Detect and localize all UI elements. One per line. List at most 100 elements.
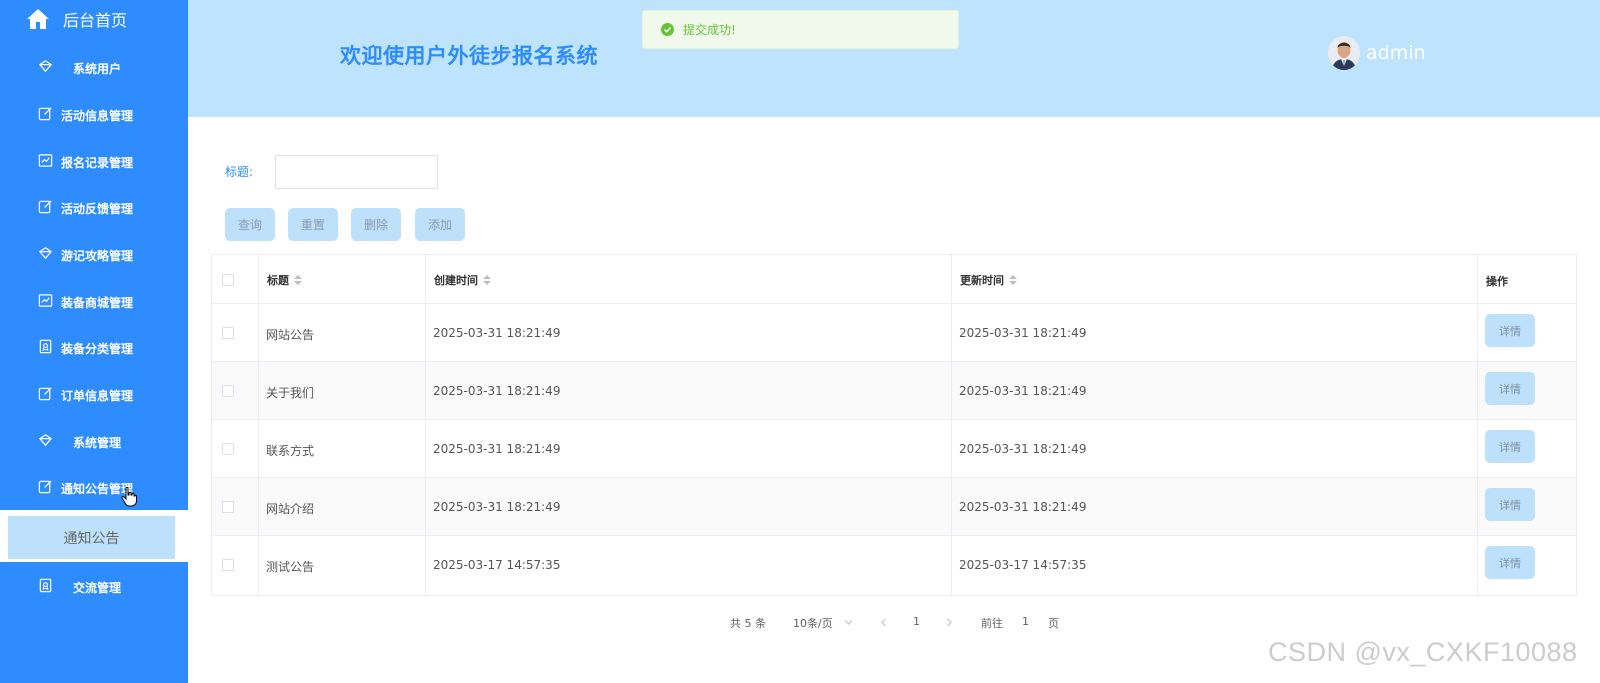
sidebar-item-label: 报名记录管理 — [61, 156, 134, 170]
hand-cursor-icon — [121, 487, 137, 507]
page-title: 欢迎使用户外徒步报名系统 — [340, 44, 598, 68]
sidebar-item-system-users[interactable]: 系统用户 — [0, 49, 188, 85]
badge-icon — [39, 578, 52, 593]
column-divider — [425, 255, 426, 595]
row-title: 网站公告 — [266, 328, 315, 342]
table-row: 关于我们 2025-03-31 18:21:49 2025-03-31 18:2… — [212, 362, 1576, 420]
detail-button[interactable]: 详情 — [1485, 488, 1535, 521]
title-search-input[interactable] — [275, 155, 438, 189]
edit-icon — [38, 480, 52, 494]
prev-page-icon[interactable] — [880, 618, 888, 627]
sidebar-item-label: 游记攻略管理 — [61, 249, 134, 263]
row-checkbox[interactable] — [222, 385, 234, 397]
chart-icon — [38, 294, 53, 307]
sidebar-item-communication[interactable]: 交流管理 — [0, 568, 188, 604]
sidebar-item-label: 装备商城管理 — [61, 296, 134, 310]
row-created: 2025-03-31 18:21:49 — [433, 384, 561, 398]
row-checkbox[interactable] — [222, 327, 234, 339]
sidebar-subitem-notice[interactable]: 通知公告 — [8, 516, 175, 559]
sort-icon[interactable] — [294, 275, 302, 285]
header-title[interactable]: 标题 — [267, 272, 302, 288]
header-updated[interactable]: 更新时间 — [960, 272, 1017, 288]
page-number-current[interactable]: 1 — [913, 615, 920, 628]
watermark: CSDN @vx_CXKF10088 — [1268, 637, 1578, 667]
diamond-icon — [38, 434, 53, 447]
sidebar-item-label: 订单信息管理 — [61, 389, 134, 403]
success-check-icon — [661, 23, 674, 36]
column-divider — [1477, 255, 1478, 595]
table-header-row: 标题 创建时间 更新时间 操作 — [212, 255, 1576, 304]
row-title: 关于我们 — [266, 386, 315, 400]
row-checkbox[interactable] — [222, 501, 234, 513]
sidebar-item-label: 系统管理 — [73, 436, 122, 450]
column-divider — [951, 255, 952, 595]
sidebar-item-system-management[interactable]: 系统管理 — [0, 423, 188, 459]
reset-button[interactable]: 重置 — [288, 208, 338, 241]
add-button[interactable]: 添加 — [415, 208, 465, 241]
row-updated: 2025-03-31 18:21:49 — [959, 384, 1087, 398]
row-created: 2025-03-17 14:57:35 — [433, 558, 561, 572]
row-title: 网站介绍 — [266, 502, 315, 516]
sidebar-item-label: 活动反馈管理 — [61, 202, 134, 216]
diamond-icon — [38, 247, 53, 260]
header-created[interactable]: 创建时间 — [434, 272, 491, 288]
chevron-down-icon[interactable] — [844, 618, 853, 627]
column-divider — [258, 255, 259, 595]
edit-icon — [38, 387, 52, 401]
sort-icon[interactable] — [1009, 275, 1017, 285]
avatar[interactable] — [1328, 36, 1360, 70]
avatar-image — [1328, 36, 1360, 70]
sidebar-item-equipment-category[interactable]: 装备分类管理 — [0, 329, 188, 365]
title-filter-label: 标题: — [225, 165, 254, 179]
sidebar-item-order-info[interactable]: 订单信息管理 — [0, 376, 188, 412]
header-actions: 操作 — [1486, 275, 1508, 288]
delete-button[interactable]: 删除 — [351, 208, 401, 241]
table-row: 网站公告 2025-03-31 18:21:49 2025-03-31 18:2… — [212, 304, 1576, 362]
sidebar-item-notice-management[interactable]: 通知公告管理 — [0, 469, 188, 505]
sidebar-submenu: 通知公告 — [0, 510, 188, 562]
sidebar-item-label: 活动信息管理 — [61, 109, 134, 123]
detail-button[interactable]: 详情 — [1485, 430, 1535, 463]
row-updated: 2025-03-31 18:21:49 — [959, 442, 1087, 456]
sort-icon[interactable] — [483, 275, 491, 285]
row-checkbox[interactable] — [222, 559, 234, 571]
detail-button[interactable]: 详情 — [1485, 314, 1535, 347]
home-icon — [27, 9, 49, 29]
sidebar-home-label: 后台首页 — [63, 11, 128, 30]
sidebar-home[interactable]: 后台首页 — [26, 6, 127, 32]
notice-table: 标题 创建时间 更新时间 操作 网站公告 2025-03-31 18:21:49… — [211, 254, 1577, 596]
row-updated: 2025-03-31 18:21:49 — [959, 500, 1087, 514]
success-toast: 提交成功! — [642, 10, 959, 49]
row-title: 联系方式 — [266, 444, 315, 458]
sidebar-item-signup-records[interactable]: 报名记录管理 — [0, 143, 188, 179]
edit-icon — [38, 200, 52, 214]
detail-button[interactable]: 详情 — [1485, 546, 1535, 579]
sidebar-item-equipment-store[interactable]: 装备商城管理 — [0, 283, 188, 319]
sidebar-item-activity-feedback[interactable]: 活动反馈管理 — [0, 189, 188, 225]
chart-icon — [38, 154, 53, 167]
table-row: 测试公告 2025-03-17 14:57:35 2025-03-17 14:5… — [212, 536, 1576, 594]
header-title-label: 标题 — [267, 274, 289, 287]
user-name[interactable]: admin — [1366, 42, 1426, 64]
edit-icon — [38, 107, 52, 121]
sidebar: 后台首页 系统用户 活动信息管理 报名记录管理 活动反馈管理 游记攻略管理 装备… — [0, 0, 188, 683]
page-size-select[interactable]: 10条/页 — [793, 615, 833, 631]
next-page-icon[interactable] — [945, 618, 953, 627]
sidebar-item-activity-info[interactable]: 活动信息管理 — [0, 96, 188, 132]
table-row: 网站介绍 2025-03-31 18:21:49 2025-03-31 18:2… — [212, 478, 1576, 536]
sidebar-item-label: 交流管理 — [73, 581, 122, 595]
header-created-label: 创建时间 — [434, 274, 478, 287]
goto-suffix: 页 — [1048, 617, 1059, 630]
select-all-checkbox[interactable] — [222, 274, 234, 286]
row-created: 2025-03-31 18:21:49 — [433, 326, 561, 340]
sidebar-item-travel-guides[interactable]: 游记攻略管理 — [0, 236, 188, 272]
badge-icon — [39, 339, 52, 354]
detail-button[interactable]: 详情 — [1485, 372, 1535, 405]
diamond-icon — [38, 60, 53, 73]
toast-message: 提交成功! — [683, 23, 736, 37]
header-updated-label: 更新时间 — [960, 274, 1004, 287]
query-button[interactable]: 查询 — [225, 208, 275, 241]
goto-page-input[interactable]: 1 — [1022, 615, 1029, 628]
row-checkbox[interactable] — [222, 443, 234, 455]
sidebar-item-label: 系统用户 — [73, 62, 122, 76]
